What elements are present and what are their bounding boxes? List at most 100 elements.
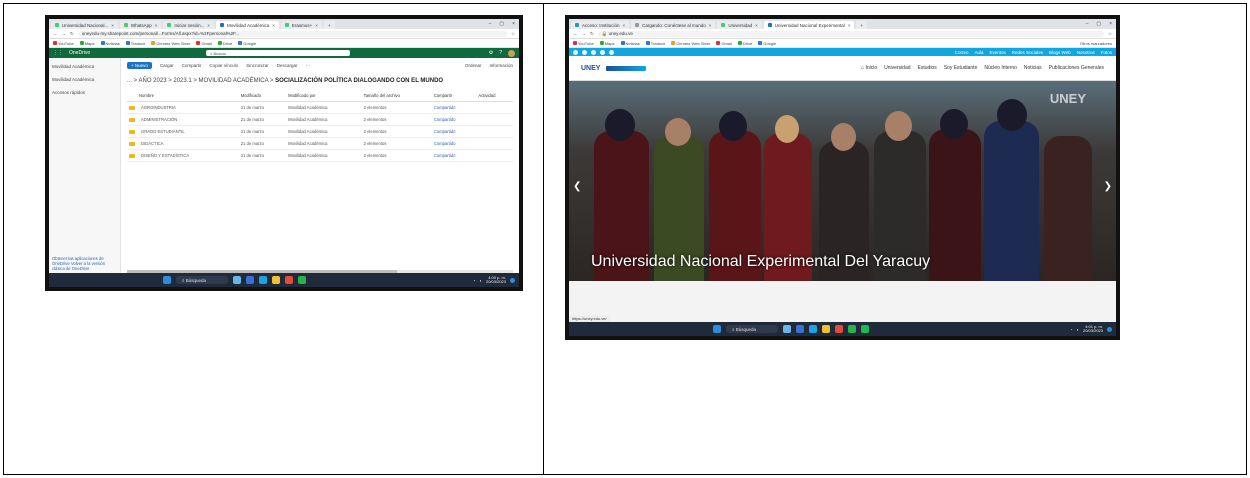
sidebar-item-quick-access[interactable]: Accesos rápidos (52, 90, 120, 95)
top-link[interactable]: Redes Sociales (1012, 50, 1043, 55)
new-tab-button[interactable]: + (323, 21, 335, 29)
forward-icon[interactable]: → (582, 31, 587, 36)
table-row[interactable]: GRADO ESTUDIANTIL 21 de marzo Movilidad A… (127, 125, 513, 138)
top-link[interactable]: Nosotros (1077, 50, 1095, 55)
settings-icon[interactable]: ⚙ (489, 50, 493, 56)
column-header[interactable]: Compartir (431, 90, 477, 102)
slider-prev-icon[interactable]: ❮ (573, 181, 581, 192)
bookmark[interactable]: YouTube (573, 41, 594, 46)
whatsapp-icon[interactable] (848, 325, 856, 333)
bookmark[interactable]: Chrome Web Store (151, 41, 190, 46)
reload-icon[interactable]: ↻ (70, 31, 74, 37)
top-link[interactable]: Correo (955, 50, 969, 55)
more-button[interactable]: ··· (305, 63, 310, 68)
edge-icon[interactable] (259, 276, 267, 284)
table-row[interactable]: DIDÁCTICA 21 de marzo Movilidad Académica… (127, 137, 513, 150)
sync-button[interactable]: Sincronizar (246, 63, 269, 68)
taskbar-search[interactable]: ⌕ Búsqueda (726, 325, 778, 333)
nav-home[interactable]: ⌂ Inicio (861, 65, 877, 71)
bookmark[interactable]: Noticias (100, 41, 120, 46)
slider-next-icon[interactable]: ❯ (1104, 181, 1112, 192)
table-row[interactable]: ADMINISTRACIÓN 21 de marzo Movilidad Acad… (127, 113, 513, 126)
column-header[interactable]: Nombre (127, 90, 239, 102)
chrome-icon[interactable] (285, 276, 293, 284)
browser-tab[interactable]: Acceso: Institución × (571, 21, 630, 29)
bookmark[interactable]: Traducir (645, 41, 665, 46)
wifi-icon[interactable]: ◔ (473, 278, 475, 283)
url-input[interactable]: 🔒 uney.edu.ve (597, 30, 1104, 37)
star-icon[interactable]: ☆ (511, 31, 515, 37)
bookmark[interactable]: Noticias (620, 41, 640, 46)
column-header[interactable]: Modificado (238, 90, 287, 102)
app-icon[interactable] (796, 325, 804, 333)
bookmark[interactable]: Drive (737, 41, 752, 46)
volume-icon[interactable]: ◖ (480, 278, 482, 283)
window-controls[interactable]: – ▢ × (489, 19, 519, 29)
wifi-icon[interactable]: ◔ (1070, 327, 1072, 332)
star-icon[interactable]: ☆ (1108, 31, 1112, 37)
browser-tab[interactable]: Universidad × (717, 21, 762, 29)
twitter-icon[interactable] (573, 49, 578, 55)
bookmark[interactable]: Maps (79, 41, 95, 46)
bookmark[interactable]: Google (238, 41, 256, 46)
windows-start-icon[interactable] (713, 325, 721, 333)
nav-item[interactable]: Publicaciones Generales (1049, 65, 1104, 71)
nav-item[interactable]: Noticias (1024, 65, 1042, 71)
top-link[interactable]: Blogs Web (1049, 50, 1071, 55)
bookmark[interactable]: Google (758, 41, 776, 46)
notification-icon[interactable] (510, 277, 515, 283)
pinterest-icon[interactable] (591, 49, 596, 55)
spotify-icon[interactable] (861, 325, 869, 333)
clock[interactable]: 4:01 p. m. 20/03/2023 (1083, 324, 1103, 334)
top-link[interactable]: Fotos (1101, 50, 1112, 55)
clock[interactable]: 4:00 p. m. 20/03/2023 (486, 275, 506, 285)
bookmark[interactable]: Gmail (196, 41, 212, 46)
nav-item[interactable]: Soy Estudiante (944, 65, 978, 71)
new-tab-button[interactable]: + (856, 21, 868, 29)
browser-tab[interactable]: WhatsApp × (119, 21, 162, 29)
new-button[interactable]: + Nuevo (127, 62, 152, 69)
file-explorer-icon[interactable] (822, 325, 830, 333)
sidebar-item-files[interactable]: Movilidad Académica (52, 77, 120, 82)
chrome-icon[interactable] (835, 325, 843, 333)
top-link[interactable]: Aula (974, 50, 983, 55)
bookmark[interactable]: Gmail (716, 41, 732, 46)
sort-button[interactable]: Ordenar (465, 63, 482, 68)
share-button[interactable]: Compartir (182, 63, 202, 68)
bookmark[interactable]: Chrome Web Store (671, 41, 710, 46)
nav-item[interactable]: Universidad (884, 65, 910, 71)
back-icon[interactable]: ← (53, 31, 58, 36)
nav-item[interactable]: Núcleo Interno (984, 65, 1017, 71)
sidebar-footer-links[interactable]: Obtener las aplicaciones de OneDrive Vol… (52, 256, 116, 271)
bookmark[interactable]: Maps (599, 41, 615, 46)
bookmark[interactable]: Traducir (125, 41, 145, 46)
download-button[interactable]: Descargar (277, 63, 298, 68)
taskview-icon[interactable] (233, 276, 241, 284)
edge-icon[interactable] (809, 325, 817, 333)
browser-tab-active[interactable]: Universidad Nacional Experimental × (763, 21, 855, 29)
back-icon[interactable]: ← (573, 31, 578, 36)
reload-icon[interactable]: ↻ (590, 31, 594, 37)
table-row[interactable]: AGROINDUSTRIA 21 de marzo Movilidad Acadé… (127, 101, 513, 114)
table-row[interactable]: DISEÑO Y ESTADÍSTICA 21 de marzo Movilida… (127, 149, 513, 162)
url-input[interactable]: uneyedu-my.sharepoint.com/personal/...Fo… (77, 30, 507, 37)
notification-icon[interactable] (1107, 326, 1112, 332)
app-launcher-icon[interactable]: ⋮⋮ (53, 50, 63, 56)
volume-icon[interactable]: ◖ (1077, 327, 1079, 332)
windows-start-icon[interactable] (163, 276, 171, 284)
taskview-icon[interactable] (783, 325, 791, 333)
app-icon[interactable] (246, 276, 254, 284)
whatsapp-icon[interactable] (298, 276, 306, 284)
other-bookmarks[interactable]: Otros marcadores (1080, 41, 1112, 46)
instagram-icon[interactable] (600, 49, 605, 55)
search-input[interactable]: ⌕ Buscar (206, 50, 351, 56)
column-header[interactable]: Actividad (476, 90, 513, 102)
file-explorer-icon[interactable] (272, 276, 280, 284)
browser-tab[interactable]: Iniciar sesión... × (163, 21, 214, 29)
forward-icon[interactable]: → (62, 31, 67, 36)
site-logo[interactable]: UNEY (581, 65, 600, 72)
youtube-icon[interactable] (609, 49, 614, 55)
facebook-icon[interactable] (582, 49, 587, 55)
browser-tab[interactable]: Erasmus+ × (280, 21, 322, 29)
window-controls[interactable]: – ▢ × (1086, 19, 1116, 29)
